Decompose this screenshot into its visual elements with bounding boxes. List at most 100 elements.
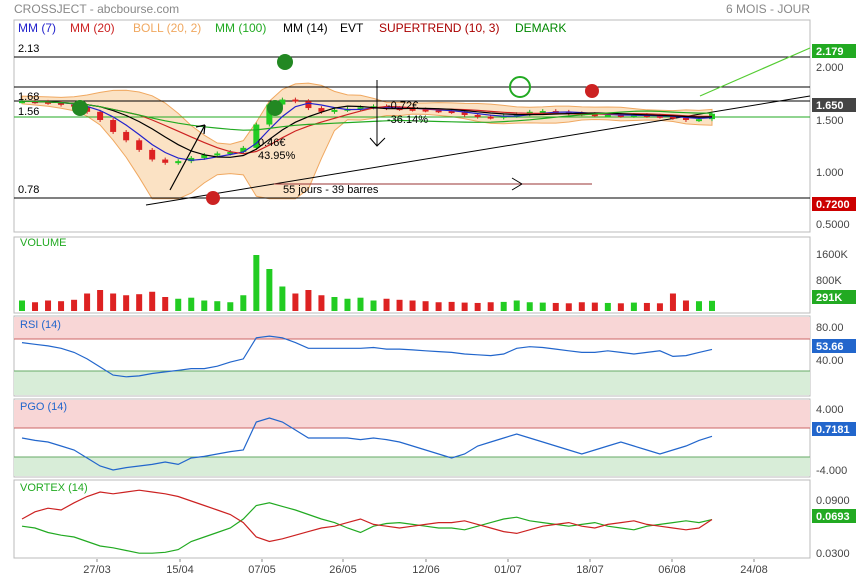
price-ytick: 1.000 [816,167,844,179]
price-candle-body [604,114,611,117]
volume-bar [71,299,78,311]
volume-bar [45,300,52,311]
loss-value-annotation: -0.72€ [387,100,418,112]
level-label-1-56: 1.56 [18,106,39,118]
volume-bar [539,302,546,311]
price-candle-body [175,161,182,164]
x-tick-label: 24/08 [740,564,768,576]
legend-item: MM (14) [283,21,328,35]
volume-bar [318,295,325,311]
price-candle-body [474,114,481,117]
volume-bar [682,300,689,311]
legend-item: EVT [340,21,364,35]
legend-item: MM (100) [215,21,266,35]
projection-line [699,47,811,97]
duration-annotation: 55 jours - 39 barres [283,184,379,196]
volume-ytick: 800K [816,275,842,287]
volume-bar [669,293,676,311]
x-tick-label: 06/08 [658,564,686,576]
volume-bar [175,298,182,311]
level-label-0-78: 0.78 [18,184,39,196]
rsi-title: RSI (14) [20,319,61,331]
price-candle-body [292,99,299,102]
vortex-badge: 0.0693 [816,511,850,523]
rsi-overbought-zone [14,317,810,339]
badge-2179: 2.179 [816,46,844,58]
volume-bar [240,295,247,311]
vortex-minus-line [21,489,713,543]
price-candle-body [97,111,104,120]
price-ytick: 1.500 [816,115,844,127]
volume-bar [435,302,442,311]
price-candle-body [214,153,221,156]
volume-badge: 291K [816,292,842,304]
price-candle-body [149,149,156,160]
volume-bar [84,293,91,311]
volume-bar [292,293,299,311]
volume-bar [305,290,312,311]
volume-bar [227,302,234,311]
volume-bar [695,301,702,311]
pgo-title: PGO (14) [20,401,67,413]
rsi-ytick: 80.00 [816,322,844,334]
volume-bar [97,290,104,311]
price-candle-body [136,140,143,150]
volume-bar [370,300,377,311]
pgo-ytick: 4.000 [816,404,844,416]
volume-bar [578,302,585,311]
x-tick-label: 26/05 [329,564,357,576]
panel-frame [13,479,811,559]
volume-bar [136,294,143,311]
volume-bar [526,302,533,311]
volume-bar [656,303,663,311]
volume-title: VOLUME [20,237,66,249]
price-candle-body [162,159,169,163]
level-label-2-13: 2.13 [18,43,39,55]
demark-circle [277,54,293,70]
volume-bar [591,302,598,311]
volume-bar [409,300,416,311]
rsi-badge: 53.66 [816,341,844,353]
volume-bar [604,302,611,311]
volume-bar [617,303,624,311]
volume-bar [188,297,195,311]
volume-bar [474,302,481,311]
volume-bar [331,297,338,311]
volume-bar [123,295,130,311]
legend-item: MM (20) [70,21,115,35]
header-period: 6 MOIS - JOUR [726,2,810,16]
badge-1650: 1.650 [816,100,844,112]
demark-circle [206,191,220,205]
level-label-1-68: 1.68 [18,91,39,103]
pgo-upper-zone [14,400,810,428]
pgo-ytick: -4.000 [816,465,847,477]
vortex-ytick: 0.0300 [816,548,850,560]
vortex-plus-line [21,502,713,554]
volume-bar [383,298,390,311]
volume-bar [344,298,351,311]
volume-bar [201,300,208,311]
volume-bar [643,302,650,311]
volume-bar [58,301,65,311]
legend-item: MM (7) [18,21,56,35]
rsi-oversold-zone [14,371,810,395]
duration-marker [511,177,523,185]
volume-bar [110,293,117,311]
gain-pct-annotation: 43.95% [258,150,296,162]
x-tick-label: 12/06 [412,564,440,576]
rsi-ytick: 40.00 [816,355,844,367]
volume-bar [279,286,286,311]
volume-bar [396,299,403,311]
price-candle-body [123,131,130,141]
price-ytick: 0.5000 [816,219,850,231]
volume-bar [461,302,468,311]
x-tick-label: 15/04 [166,564,194,576]
volume-bar [214,301,221,311]
price-candle-body [695,119,702,122]
volume-bar [32,302,39,311]
bollinger-band [21,82,713,200]
volume-bar [552,302,559,311]
volume-bar [162,297,169,311]
volume-bar [253,255,260,311]
badge-0720: 0.7200 [816,199,850,211]
